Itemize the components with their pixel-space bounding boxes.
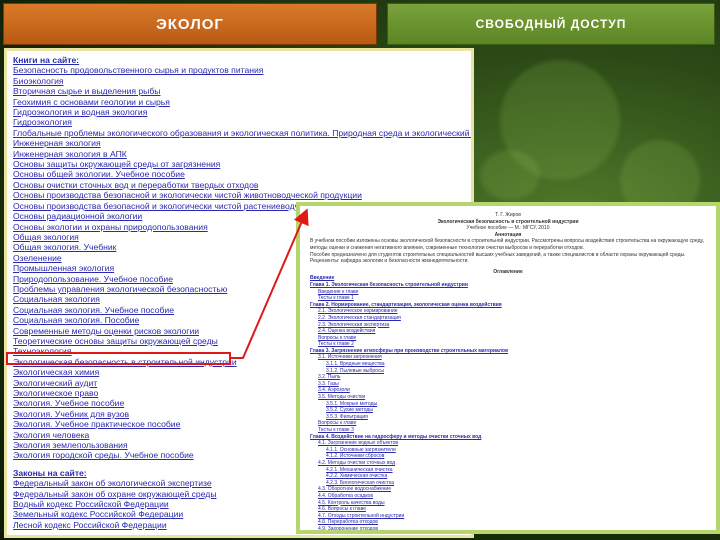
toc-intro-link[interactable]: Введение [310, 275, 706, 282]
toc-item-link[interactable]: 4.1. Загрязнение водных объектов [310, 440, 706, 447]
book-link[interactable]: Безопасность продовольственного сырья и … [13, 65, 465, 75]
toc-label: Оглавление [493, 268, 523, 275]
toc-item-link[interactable]: 4.2.2. Химическая очистка [310, 473, 706, 480]
header-ecolog-label: ЭКОЛОГ [156, 15, 224, 33]
header-free-access-label: СВОБОДНЫЙ ДОСТУП [475, 17, 627, 31]
book-link[interactable]: Геохимия с основами геологии и сырья [13, 97, 465, 107]
toc-item-link[interactable]: Тесты к главе 2 [310, 341, 706, 348]
book-link[interactable]: Основы очистки сточных вод и переработки… [13, 180, 465, 190]
toc-item-link[interactable]: 4.2.1. Механическая очистка [310, 467, 706, 474]
toc-item-link[interactable]: 2.4. Оценка воздействия [310, 328, 706, 335]
toc-chapter-link[interactable]: Глава 3. Загрязнение атмосферы при произ… [310, 348, 706, 355]
book-link[interactable]: Инженерная экология в АПК [13, 149, 465, 159]
toc-item-link[interactable]: 3.5. Методы очистки [310, 394, 706, 401]
toc-item-link[interactable]: 3.5.3. Фильтрация [310, 414, 706, 421]
book-link[interactable]: Основы защиты окружающей среды от загряз… [13, 159, 465, 169]
selected-link-highlight [6, 352, 231, 365]
header-free-access: СВОБОДНЫЙ ДОСТУП [387, 3, 715, 45]
book-link[interactable]: Гидроэкология и водная экология [13, 107, 465, 117]
annotation-p3: Рецензенты: кафедра экологии и безопасно… [310, 258, 469, 265]
toc-item-link[interactable]: 3.1.2. Пылевые выбросы [310, 368, 706, 375]
toc-item-link[interactable]: 4.7. Отходы строительной индустрии [310, 513, 706, 520]
annotation-p2: Пособие предназначено для студентов стро… [310, 251, 686, 258]
toc-chapter-link[interactable]: Глава 4. Воздействие на гидросферу и мет… [310, 434, 706, 441]
toc-item-link[interactable]: 3.5.1. Мокрые методы [310, 401, 706, 408]
background-bokeh [480, 150, 540, 200]
toc-item-link[interactable]: 3.4. Аэрозоли [310, 387, 706, 394]
toc-item-link[interactable]: 2.1. Экологическое нормирование [310, 308, 706, 315]
toc-item-link[interactable]: 4.2. Методы очистки сточных вод [310, 460, 706, 467]
header-ecolog: ЭКОЛОГ [3, 3, 377, 45]
book-link[interactable]: Глобальные проблемы экологического образ… [13, 128, 471, 138]
toc-item-link[interactable]: 4.9. Захоронение отходов [310, 526, 706, 530]
toc-item-link[interactable]: 4.1.1. Основные загрязнители [310, 447, 706, 454]
book-author: Т. Г. Жиров [495, 212, 521, 218]
toc-item-link[interactable]: 3.1. Источники загрязнения [310, 354, 706, 361]
toc-item-link[interactable]: 4.3. Оборотное водоснабжение [310, 486, 706, 493]
book-title: Экологическая безопасность в строительно… [437, 218, 579, 225]
toc-item-link[interactable]: 3.5.2. Сухие методы [310, 407, 706, 414]
book-link[interactable]: Инженерная экология [13, 138, 465, 148]
toc-item-link[interactable]: Вопросы к главе [310, 420, 706, 427]
book-subtitle: Учебное пособие — М.: МГСУ, 2010 [466, 225, 550, 232]
toc-item-link[interactable]: 4.8. Переработка отходов [310, 519, 706, 526]
toc-item-link[interactable]: 4.10. Тесты к главе 4 [310, 533, 706, 535]
toc-item-link[interactable]: 4.4. Обработка осадков [310, 493, 706, 500]
book-link[interactable]: Основы производства безопасной и экологи… [13, 190, 465, 200]
book-page-panel: Т. Г. Жиров Экологическая безопасность в… [296, 202, 720, 534]
toc-chapter-link[interactable]: Глава 2. Нормирование, стандартизация, э… [310, 302, 706, 309]
toc-item-link[interactable]: Вопросы к главе [310, 335, 706, 342]
toc-item-link[interactable]: 3.3. Газы [310, 381, 706, 388]
book-link[interactable]: Основы общей экологии. Учебное пособие [13, 169, 465, 179]
book-link[interactable]: Биоэкология [13, 76, 465, 86]
annotation-p1: В учебном пособии изложены основы эколог… [310, 238, 704, 251]
book-link[interactable]: Гидроэкология [13, 117, 465, 127]
toc-list: Глава 1. Экологическая безопасность стро… [310, 282, 706, 535]
toc-item-link[interactable]: 4.2.3. Биологическая очистка [310, 480, 706, 487]
toc-item-link[interactable]: Введение к главе [310, 289, 706, 296]
toc-item-link[interactable]: Тесты к главе 1 [310, 295, 706, 302]
toc-item-link[interactable]: 4.5. Контроль качества воды [310, 500, 706, 507]
toc-item-link[interactable]: Тесты к главе 3 [310, 427, 706, 434]
book-link[interactable]: Вторичная сырье и выделения рыбы [13, 86, 465, 96]
toc-item-link[interactable]: 4.6. Вопросы к главе [310, 506, 706, 513]
toc-item-link[interactable]: 3.1.1. Вредные вещества [310, 361, 706, 368]
toc-item-link[interactable]: 4.1.2. Источники сбросов [310, 453, 706, 460]
toc-item-link[interactable]: 2.2. Экологическая стандартизация [310, 315, 706, 322]
toc-item-link[interactable]: 3.2. Пыль [310, 374, 706, 381]
books-heading[interactable]: Книги на сайте: [13, 55, 465, 65]
toc-chapter-link[interactable]: Глава 1. Экологическая безопасность стро… [310, 282, 706, 289]
